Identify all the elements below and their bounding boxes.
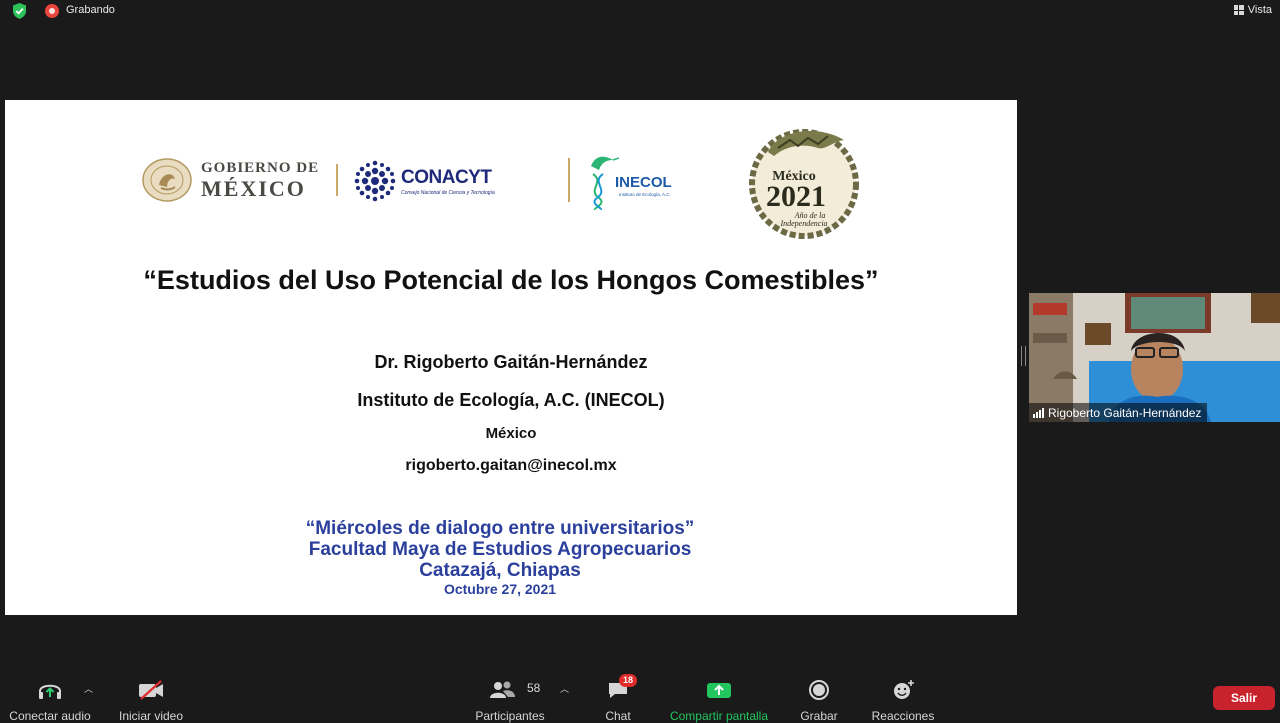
slide-title: “Estudios del Uso Potencial de los Hongo…	[143, 265, 879, 295]
recording-label: Grabando	[66, 4, 115, 16]
mexico-2021-year: 2021	[766, 180, 826, 213]
view-label: Vista	[1247, 4, 1272, 16]
reactions-button[interactable]: Reacciones	[870, 678, 936, 723]
conacyt-logo: CONACYT Consejo Nacional de Ciencia y Te…	[353, 160, 495, 202]
record-icon	[809, 680, 829, 700]
shared-screen-slide: GOBIERNO DE MÉXICO CONACYT Consejo Nacio…	[5, 100, 1017, 615]
email: rigoberto.gaitan@inecol.mx	[405, 457, 617, 474]
participants-icon	[490, 681, 515, 698]
country: México	[485, 425, 537, 442]
security-shield-icon[interactable]	[12, 3, 27, 19]
recording-icon	[45, 4, 59, 18]
gob-line1: GOBIERNO DE	[201, 159, 320, 176]
logo-divider	[336, 164, 338, 196]
mexico-2021-sub2: Independencia	[779, 219, 827, 228]
top-bar: Grabando Vista	[0, 0, 1280, 22]
inecol-subtitle: Instituto de Ecología, A.C.	[619, 191, 671, 197]
signal-strength-icon	[1033, 407, 1044, 418]
conacyt-subtitle: Consejo Nacional de Ciencia y Tecnología	[401, 189, 495, 196]
connect-audio-label: Conectar audio	[9, 709, 91, 723]
event-line2: Facultad Maya de Estudios Agropecuarios	[308, 539, 692, 560]
view-button[interactable]: Vista	[1233, 4, 1272, 16]
meeting-toolbar: Conectar audio ︿ Iniciar video Participa…	[0, 672, 1280, 723]
leave-meeting-button[interactable]: Salir	[1213, 686, 1275, 710]
share-screen-icon	[707, 683, 731, 698]
share-screen-button[interactable]: Compartir pantalla	[666, 678, 772, 723]
chat-button[interactable]: 18 Chat	[596, 674, 640, 723]
chat-label: Chat	[605, 709, 631, 723]
video-off-icon	[139, 680, 163, 700]
chat-unread-badge: 18	[619, 674, 638, 687]
mexico-seal-icon	[142, 158, 192, 202]
start-video-label: Iniciar video	[118, 709, 184, 723]
record-button[interactable]: Grabar	[798, 678, 840, 723]
inecol-logo: INECOL Instituto de Ecología, A.C.	[583, 152, 672, 210]
participants-options-caret-icon[interactable]: ︿	[560, 682, 569, 695]
gob-line2: MÉXICO	[201, 175, 306, 201]
record-label: Grabar	[800, 709, 838, 723]
gobierno-de-mexico-logo: GOBIERNO DE MÉXICO	[141, 157, 319, 203]
participant-name: Rigoberto Gaitán-Hernández	[1048, 405, 1202, 420]
conacyt-dots-icon	[354, 160, 396, 202]
author-name: Dr. Rigoberto Gaitán-Hernández	[374, 352, 648, 372]
share-screen-label: Compartir pantalla	[669, 709, 769, 723]
institution: Instituto de Ecología, A.C. (INECOL)	[357, 390, 665, 410]
grid-view-icon	[1233, 5, 1244, 15]
panel-resize-handle[interactable]	[1021, 346, 1026, 366]
headphones-icon	[39, 684, 61, 699]
participants-count: 58	[527, 681, 541, 695]
logo-divider	[568, 158, 570, 202]
participant-name-tag: Rigoberto Gaitán-Hernández	[1029, 403, 1208, 422]
event-line1: “Miércoles de dialogo entre universitari…	[305, 518, 695, 539]
hummingbird-dna-icon	[591, 156, 619, 210]
event-line3: Catazajá, Chiapas	[419, 560, 581, 581]
event-date: Octubre 27, 2021	[443, 581, 557, 597]
start-video-button[interactable]: Iniciar video	[114, 678, 188, 723]
audio-options-caret-icon[interactable]: ︿	[84, 682, 93, 695]
reactions-label: Reacciones	[871, 709, 935, 723]
participant-video-tile[interactable]: Rigoberto Gaitán-Hernández	[1029, 293, 1280, 422]
participants-label: Participantes	[475, 709, 545, 723]
conacyt-name: CONACYT	[401, 166, 492, 188]
inecol-name: INECOL	[615, 173, 672, 191]
mexico-2021-logo: México 2021 Año de la Independencia	[749, 129, 859, 239]
connect-audio-button[interactable]: Conectar audio	[9, 678, 91, 723]
reactions-smiley-icon	[894, 680, 914, 699]
